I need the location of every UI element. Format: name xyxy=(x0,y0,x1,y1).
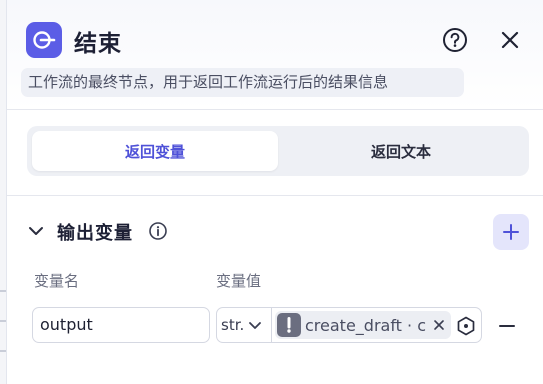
close-icon[interactable] xyxy=(432,317,446,333)
end-node-panel: 结束 工作流的最终节点，用于返回工作流运行后的结果信息 返回变量 返回文本 输出… xyxy=(6,0,543,384)
close-icon xyxy=(501,31,519,49)
close-button[interactable] xyxy=(495,25,525,55)
help-button[interactable] xyxy=(440,25,470,55)
variable-reference-text: create_draft · c xyxy=(305,315,427,335)
variable-type-value: str. xyxy=(221,316,245,334)
node-title[interactable]: 结束 xyxy=(74,24,122,58)
column-label-name: 变量名 xyxy=(34,272,80,290)
chevron-down-icon xyxy=(249,322,262,329)
exclamation-icon xyxy=(277,313,301,337)
plus-icon xyxy=(503,224,519,240)
hexagon-dot-icon xyxy=(457,316,475,336)
variable-value-field: str. create_draft · c xyxy=(216,307,482,343)
add-variable-button[interactable] xyxy=(493,214,529,250)
variable-type-select[interactable]: str. xyxy=(217,308,272,342)
output-variables-title: 输出变量 xyxy=(57,223,133,244)
column-label-value: 变量值 xyxy=(216,272,262,290)
minus-icon xyxy=(499,325,515,327)
section-divider xyxy=(7,195,543,196)
select-node-reference-button[interactable] xyxy=(455,315,477,337)
node-description[interactable]: 工作流的最终节点，用于返回工作流运行后的结果信息 xyxy=(21,68,464,97)
remove-variable-button[interactable] xyxy=(497,316,517,336)
chevron-down-icon[interactable] xyxy=(27,222,45,240)
end-node-icon xyxy=(26,22,62,58)
output-variables-header: 输出变量 xyxy=(27,214,532,250)
return-mode-tabs: 返回变量 返回文本 xyxy=(27,126,529,176)
variable-reference-chip[interactable]: create_draft · c xyxy=(275,311,451,339)
question-circle-icon xyxy=(443,28,467,52)
variable-name-input[interactable]: output xyxy=(32,307,210,343)
tab-return-text[interactable]: 返回文本 xyxy=(278,131,524,171)
info-circle-icon[interactable] xyxy=(148,221,168,241)
tab-return-variables[interactable]: 返回变量 xyxy=(32,131,278,171)
panel-header: 结束 工作流的最终节点，用于返回工作流运行后的结果信息 xyxy=(7,0,543,110)
